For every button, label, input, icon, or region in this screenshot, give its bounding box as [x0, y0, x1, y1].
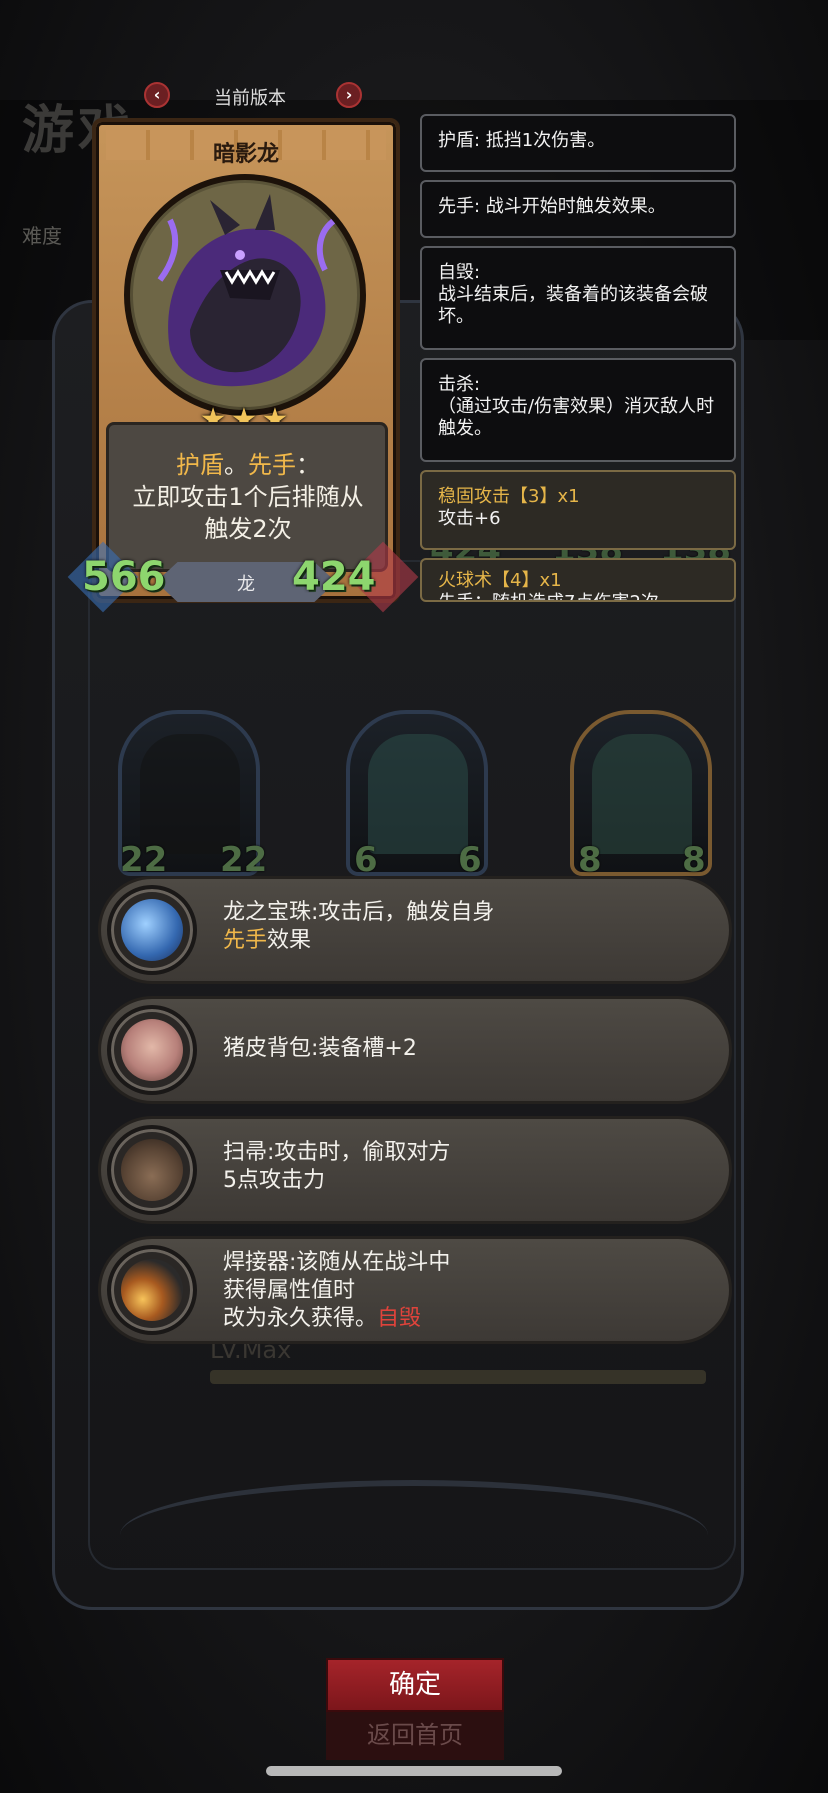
item-tooltip[interactable]: 扫帚:攻击时，偷取对方 5点攻击力	[98, 1116, 732, 1224]
minion-slot[interactable]: 6 6	[346, 710, 488, 880]
item-tooltip[interactable]: 焊接器:该随从在战斗中 获得属性值时 改为永久获得。自毁	[98, 1236, 732, 1344]
dragon-minion-icon	[592, 734, 692, 854]
keyword-body: 战斗结束后，装备着的该装备会破坏。	[438, 284, 708, 327]
item-description: 猪皮背包:装备槽+2	[223, 1036, 417, 1061]
keyword-item: 护盾: 抵挡1次伤害。	[420, 114, 736, 172]
broom-icon	[107, 1125, 197, 1215]
minion-atk: 8	[578, 840, 602, 880]
dragon-pearl-icon	[107, 885, 197, 975]
keyword-body: （通过攻击/伤害效果）消灭敌人时触发。	[438, 396, 715, 439]
item-description: 焊接器:该随从在战斗中 获得属性值时 改为永久获得。自毁	[223, 1250, 451, 1331]
keyword-item: 稳固攻击【3】x1 攻击+6	[420, 470, 736, 550]
item-description: 龙之宝珠:攻击后，触发自身 先手效果	[223, 900, 495, 953]
keyword-title: 护盾: 抵挡1次伤害。	[438, 130, 606, 151]
keyword-title: 自毁:	[438, 262, 481, 283]
pig-backpack-icon	[107, 1005, 197, 1095]
home-indicator[interactable]	[266, 1766, 562, 1776]
keyword-first-strike: 先手	[223, 928, 268, 953]
minion-hp: 6	[458, 840, 482, 880]
confirm-button[interactable]: 确定	[326, 1658, 504, 1712]
hero-card: 暗影龙 ★★★ 护盾。先手： 立即攻击1个后排随从 触发2次 龙 566 424	[67, 118, 419, 613]
welder-icon	[107, 1245, 197, 1335]
keyword-item: 击杀: （通过攻击/伤害效果）消灭敌人时触发。	[420, 358, 736, 462]
keyword-item: 自毁: 战斗结束后，装备着的该装备会破坏。	[420, 246, 736, 350]
card-attack: 566	[82, 554, 166, 600]
ghost-minion-icon	[368, 734, 468, 854]
board-bottom-arc	[120, 1480, 708, 1590]
keyword-first-strike: 先手	[248, 451, 296, 479]
keyword-body: 攻击+6	[438, 508, 501, 529]
card-health: 424	[292, 554, 376, 600]
card-name: 暗影龙	[212, 142, 279, 167]
chevron-right-icon[interactable]: ›	[336, 82, 362, 108]
return-home-button[interactable]: 返回首页	[326, 1712, 504, 1760]
minion-slot[interactable]: 8 8	[570, 710, 712, 880]
shadow-dragon-portrait	[124, 174, 366, 416]
keyword-body: 先手：随机造成7点伤害2次	[438, 592, 718, 600]
minion-atk: 6	[354, 840, 378, 880]
keyword-shield: 护盾	[176, 451, 224, 479]
chevron-left-icon[interactable]: ‹	[144, 82, 170, 108]
shadow-beast-icon	[140, 734, 240, 854]
card-description-line: 触发2次	[204, 515, 292, 543]
keyword-title: 稳固攻击【3】x1	[438, 486, 580, 507]
minion-hp: 8	[682, 840, 706, 880]
keyword-title: 先手: 战斗开始时触发效果。	[438, 196, 666, 217]
keyword-title: 击杀:	[438, 374, 481, 395]
keyword-item: 先手: 战斗开始时触发效果。	[420, 180, 736, 238]
keyword-title: 火球术【4】x1	[438, 570, 562, 591]
level-progress-bar	[210, 1370, 706, 1384]
card-description: 护盾。先手： 立即攻击1个后排随从 触发2次	[109, 449, 387, 545]
dragon-icon	[133, 183, 357, 407]
minion-slot[interactable]: 22 22	[118, 710, 267, 880]
card-description-line: 立即攻击1个后排随从	[132, 483, 364, 511]
item-description: 扫帚:攻击时，偷取对方 5点攻击力	[223, 1140, 451, 1193]
keyword-item: 火球术【4】x1 先手：随机造成7点伤害2次	[420, 558, 736, 602]
version-selector: ‹ 当前版本 ›	[144, 80, 364, 112]
keyword-self-destruct: 自毁	[377, 1306, 422, 1331]
difficulty-label: 难度	[22, 224, 62, 248]
item-tooltip[interactable]: 猪皮背包:装备槽+2	[98, 996, 732, 1104]
card-description-box: 护盾。先手： 立即攻击1个后排随从 触发2次	[106, 422, 388, 572]
version-label: 当前版本	[214, 88, 286, 109]
minion-hp: 22	[220, 840, 268, 880]
item-tooltip[interactable]: 龙之宝珠:攻击后，触发自身 先手效果	[98, 876, 732, 984]
minion-atk: 22	[120, 840, 168, 880]
